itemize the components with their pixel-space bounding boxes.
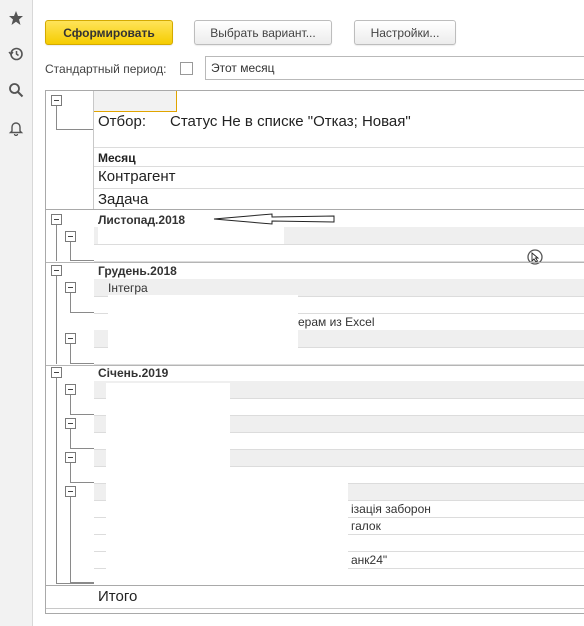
collapse-month-3-sub-2[interactable]	[65, 418, 76, 429]
filter-label: Отбор:	[98, 113, 146, 130]
collapse-month-2-sub-2[interactable]	[65, 333, 76, 344]
bell-icon[interactable]	[6, 118, 26, 138]
star-icon[interactable]	[6, 8, 26, 28]
month-3-label: Січень.2019	[98, 366, 169, 380]
collapse-header-button[interactable]	[51, 95, 62, 106]
collapse-month-3-sub-1[interactable]	[65, 384, 76, 395]
search-icon[interactable]	[6, 80, 26, 100]
collapse-month-1-sub[interactable]	[65, 231, 76, 242]
choose-variant-button[interactable]: Выбрать вариант...	[194, 20, 332, 45]
arrow-annotation	[212, 211, 337, 230]
counterparty-integra: Інтегра	[108, 281, 148, 295]
standard-period-label: Стандартный период:	[45, 62, 167, 76]
collapse-month-1[interactable]	[51, 214, 62, 225]
collapse-month-2[interactable]	[51, 265, 62, 276]
task-fragment-1: ізація заборон	[351, 502, 431, 516]
grouping-counterparty: Контрагент	[98, 168, 176, 185]
generate-button[interactable]: Сформировать	[45, 20, 173, 45]
collapse-month-2-sub-1[interactable]	[65, 282, 76, 293]
task-fragment-2: галок	[351, 519, 381, 533]
grouping-task: Задача	[98, 191, 149, 208]
settings-button[interactable]: Настройки...	[354, 20, 456, 45]
period-field[interactable]: Этот месяц	[205, 56, 584, 80]
month-2-label: Грудень.2018	[98, 264, 177, 278]
collapse-month-3[interactable]	[51, 367, 62, 378]
total-label: Итого	[98, 588, 138, 605]
selected-cell[interactable]	[94, 91, 177, 112]
history-icon[interactable]	[6, 44, 26, 64]
grouping-month: Месяц	[98, 151, 136, 165]
task-excel-fragment: ерам из Excel	[298, 315, 375, 329]
sidebar	[0, 0, 33, 626]
month-1-label: Листопад.2018	[98, 213, 186, 227]
task-fragment-3: анк24"	[351, 553, 388, 567]
collapse-month-3-sub-4[interactable]	[65, 486, 76, 497]
standard-period-checkbox[interactable]	[180, 62, 193, 75]
report-table[interactable]: Отбор: Статус Не в списке "Отказ; Новая"…	[45, 90, 584, 614]
collapse-month-3-sub-3[interactable]	[65, 452, 76, 463]
filter-value: Статус Не в списке "Отказ; Новая"	[170, 113, 411, 130]
cursor-icon	[526, 248, 544, 269]
